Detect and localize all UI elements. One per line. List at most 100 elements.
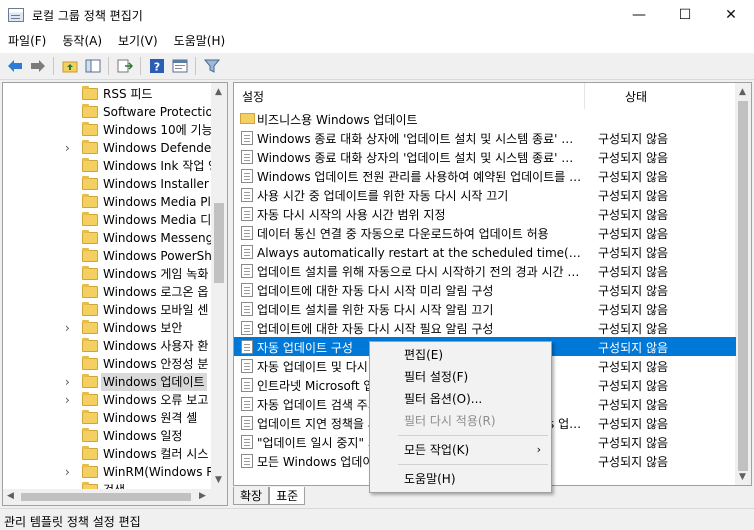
- folder-icon: [82, 392, 98, 406]
- menu-view[interactable]: 보기(V): [110, 30, 166, 53]
- list-setting-row[interactable]: Windows 종료 대화 상자의 '업데이트 설치 및 시스템 종료' 기본 …: [234, 147, 736, 166]
- list-setting-row[interactable]: 업데이트에 대한 자동 다시 시작 필요 알림 구성 구성되지 않음: [234, 318, 736, 337]
- tree-item-label: Windows 안정성 분: [103, 357, 209, 371]
- up-folder-button[interactable]: [59, 56, 80, 77]
- column-header-state[interactable]: 상태: [625, 88, 647, 105]
- filter-button[interactable]: [201, 56, 222, 77]
- tree-item[interactable]: Windows Media Play: [3, 193, 215, 211]
- policy-setting-icon: [241, 378, 253, 392]
- export-list-button[interactable]: [114, 56, 135, 77]
- tree-item[interactable]: Windows 로그온 옵: [3, 283, 215, 301]
- scroll-down-arrow-icon[interactable]: ▼: [215, 475, 222, 485]
- tree-item-label: Windows Defender S: [103, 141, 215, 155]
- expand-chevron-icon[interactable]: ›: [65, 321, 75, 335]
- policy-setting-icon: [241, 321, 253, 335]
- tree-item[interactable]: RSS 피드: [3, 85, 215, 103]
- forward-button[interactable]: [27, 56, 48, 77]
- list-setting-row[interactable]: 업데이트에 대한 자동 다시 시작 미리 알림 구성 구성되지 않음: [234, 280, 736, 299]
- list-folder-row[interactable]: 비즈니스용 Windows 업데이트: [234, 109, 736, 128]
- console-tree[interactable]: RSS 피드 Software Protection Windows 10에 기능 ›…: [2, 82, 228, 506]
- list-header: 설정 상태: [234, 83, 737, 109]
- back-button[interactable]: [4, 56, 25, 77]
- close-button[interactable]: ✕: [708, 0, 754, 30]
- tree-vertical-scrollbar[interactable]: ▲ ▼: [211, 83, 227, 489]
- tree-horizontal-scrollbar[interactable]: ◀ ▶: [3, 489, 227, 505]
- context-menu-filter-on[interactable]: 필터 설정(F): [370, 366, 551, 388]
- column-divider[interactable]: [584, 83, 585, 109]
- list-setting-row[interactable]: Windows 업데이트 전원 관리를 사용하여 예약된 업데이트를 설치하도록…: [234, 166, 736, 185]
- context-menu-help[interactable]: 도움말(H): [370, 468, 551, 490]
- setting-state: 구성되지 않음: [598, 436, 669, 450]
- setting-name: Windows 업데이트 전원 관리를 사용하여 예약된 업데이트를 설치하도록…: [257, 170, 583, 184]
- tree-item[interactable]: › Windows 보안: [3, 319, 215, 337]
- tree-item[interactable]: Windows Messenger: [3, 229, 215, 247]
- tab-extended[interactable]: 확장: [233, 487, 270, 505]
- tree-item[interactable]: Windows Installer: [3, 175, 215, 193]
- scrollbar-thumb[interactable]: [214, 203, 224, 283]
- list-setting-row[interactable]: 데이터 통신 연결 중 자동으로 다운로드하여 업데이트 허용 구성되지 않음: [234, 223, 736, 242]
- setting-state: 구성되지 않음: [598, 265, 669, 279]
- tree-item[interactable]: Windows Ink 작업 영: [3, 157, 215, 175]
- context-menu-edit[interactable]: 편집(E): [370, 344, 551, 366]
- setting-state: 구성되지 않음: [598, 455, 669, 469]
- setting-state: 구성되지 않음: [598, 379, 669, 393]
- policy-setting-icon: [241, 302, 253, 316]
- list-setting-row[interactable]: Windows 종료 대화 상자에 '업데이트 설치 및 시스템 종료' 옵션 …: [234, 128, 736, 147]
- scroll-left-arrow-icon[interactable]: ◀: [7, 491, 14, 501]
- folder-icon: [82, 284, 98, 298]
- list-setting-row[interactable]: 자동 다시 시작의 사용 시간 범위 지정 구성되지 않음: [234, 204, 736, 223]
- scrollbar-thumb[interactable]: [738, 101, 748, 471]
- list-setting-row[interactable]: 업데이트 설치를 위한 자동 다시 시작 알림 끄기 구성되지 않음: [234, 299, 736, 318]
- tree-item[interactable]: Windows 게임 녹화: [3, 265, 215, 283]
- list-setting-row[interactable]: Always automatically restart at the sche…: [234, 242, 736, 261]
- properties-button[interactable]: [169, 56, 190, 77]
- tree-item[interactable]: Windows Media 디지: [3, 211, 215, 229]
- tree-item[interactable]: Windows 원격 셸: [3, 409, 215, 427]
- minimize-button[interactable]: —: [616, 0, 662, 30]
- scroll-up-arrow-icon[interactable]: ▲: [215, 87, 222, 97]
- show-hide-tree-button[interactable]: [82, 56, 103, 77]
- list-setting-row[interactable]: 사용 시간 중 업데이트를 위한 자동 다시 시작 끄기 구성되지 않음: [234, 185, 736, 204]
- expand-chevron-icon[interactable]: ›: [65, 141, 75, 155]
- setting-name: Always automatically restart at the sche…: [257, 246, 583, 260]
- tree-item[interactable]: › Windows 업데이트: [3, 373, 215, 391]
- policy-setting-icon: [241, 207, 253, 221]
- help-button[interactable]: ?: [146, 56, 167, 77]
- expand-chevron-icon[interactable]: ›: [65, 375, 75, 389]
- folder-icon: [82, 86, 98, 100]
- maximize-button[interactable]: ☐: [662, 0, 708, 30]
- scroll-right-arrow-icon[interactable]: ▶: [199, 491, 206, 501]
- scrollbar-thumb[interactable]: [21, 493, 191, 501]
- menu-file[interactable]: 파일(F): [0, 30, 54, 53]
- tree-item[interactable]: Windows 컬러 시스: [3, 445, 215, 463]
- scroll-down-arrow-icon[interactable]: ▼: [739, 472, 746, 482]
- tree-item[interactable]: Windows 사용자 환: [3, 337, 215, 355]
- menu-help[interactable]: 도움말(H): [166, 30, 234, 53]
- folder-icon: [82, 230, 98, 244]
- tab-standard[interactable]: 표준: [269, 487, 306, 505]
- tree-item[interactable]: › WinRM(Windows Re: [3, 463, 215, 481]
- folder-icon: [82, 374, 98, 388]
- setting-name: 업데이트에 대한 자동 다시 시작 미리 알림 구성: [257, 284, 494, 298]
- tree-item[interactable]: Software Protection: [3, 103, 215, 121]
- context-menu: 편집(E) 필터 설정(F) 필터 옵션(O)... 필터 다시 적용(R) 모…: [369, 341, 552, 493]
- tree-item[interactable]: Windows PowerShel: [3, 247, 215, 265]
- context-menu-filter-options[interactable]: 필터 옵션(O)...: [370, 388, 551, 410]
- tree-item[interactable]: › Windows Defender S: [3, 139, 215, 157]
- list-vertical-scrollbar[interactable]: ▲ ▼: [735, 83, 751, 485]
- setting-name: 사용 시간 중 업데이트를 위한 자동 다시 시작 끄기: [257, 189, 509, 203]
- tree-item[interactable]: Windows 10에 기능: [3, 121, 215, 139]
- tree-item[interactable]: Windows 일정: [3, 427, 215, 445]
- folder-icon: [82, 266, 98, 280]
- scroll-up-arrow-icon[interactable]: ▲: [739, 87, 746, 97]
- menu-action[interactable]: 동작(A): [54, 30, 110, 53]
- tree-item[interactable]: Windows 모바일 센: [3, 301, 215, 319]
- expand-chevron-icon[interactable]: ›: [65, 393, 75, 407]
- export-list-icon: [117, 59, 133, 73]
- tree-item[interactable]: › Windows 오류 보고: [3, 391, 215, 409]
- context-menu-all-tasks[interactable]: 모든 작업(K) ›: [370, 439, 551, 461]
- expand-chevron-icon[interactable]: ›: [65, 465, 75, 479]
- tree-item[interactable]: Windows 안정성 분: [3, 355, 215, 373]
- column-header-setting[interactable]: 설정: [242, 88, 264, 105]
- list-setting-row[interactable]: 업데이트 설치를 위해 자동으로 다시 시작하기 전의 경과 시간 지정 구성되지…: [234, 261, 736, 280]
